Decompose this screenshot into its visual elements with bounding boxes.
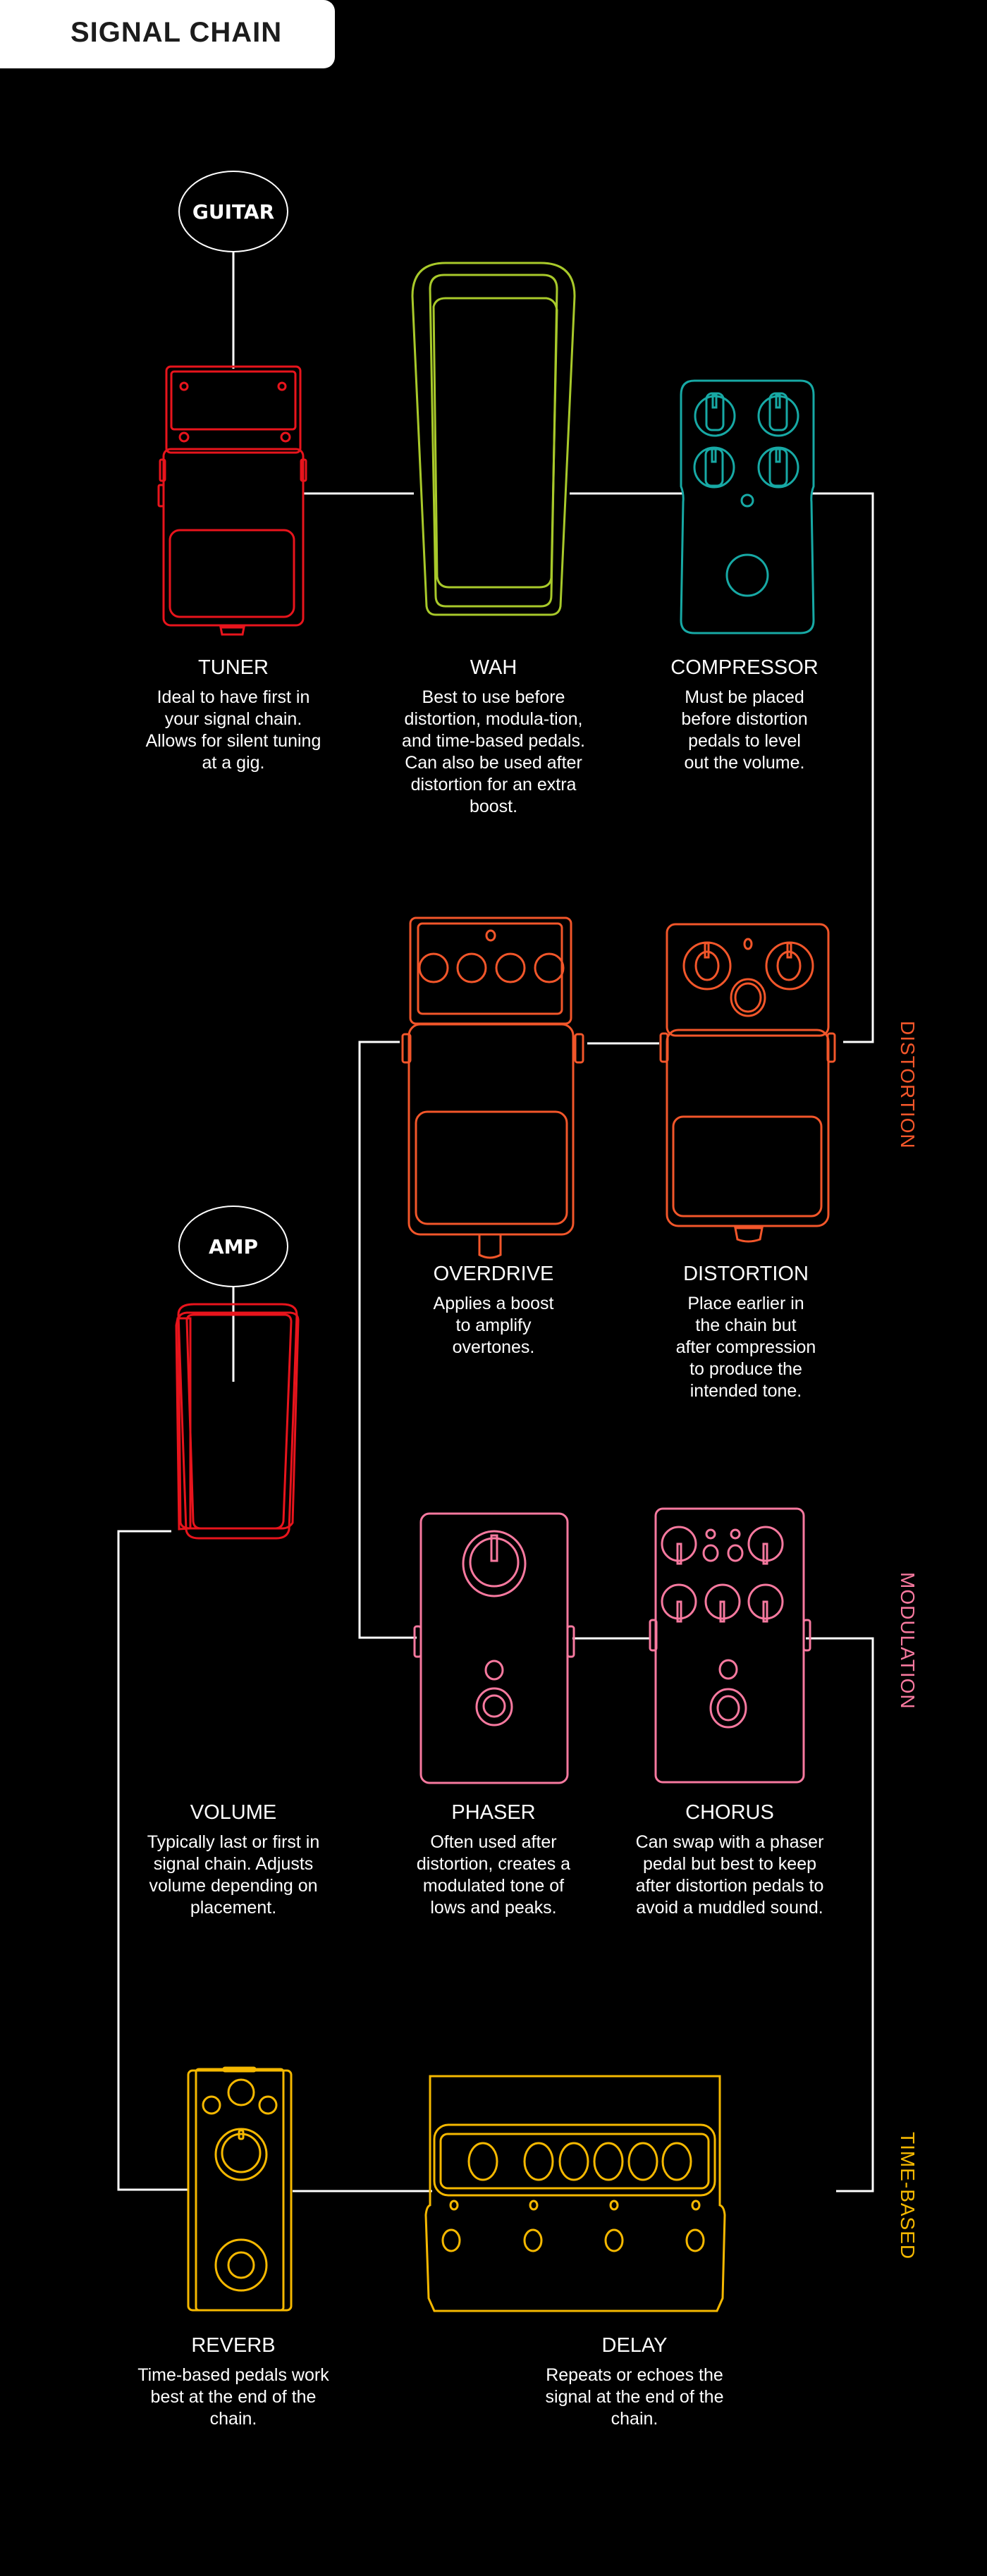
category-label-time-based: TIME-BASED [897, 2132, 919, 2260]
pedal-name: VOLUME [190, 1801, 277, 1824]
pedal-name: TUNER [198, 656, 269, 679]
pedal-label-tuner: TUNER Ideal to have first in your signal… [128, 656, 339, 774]
pedal-label-distortion: DISTORTION Place earlier in the chain bu… [640, 1262, 852, 1402]
pedal-description: Applies a boost to amplify overtones. [433, 1294, 554, 1357]
pedal-name: COMPRESSOR [670, 656, 819, 679]
pedal-name: DISTORTION [683, 1263, 809, 1285]
category-label-modulation: MODULATION [897, 1572, 919, 1710]
pedal-description: Repeats or echoes the signal at the end … [545, 2365, 724, 2429]
pedal-description: Place earlier in the chain but after com… [675, 1294, 816, 1401]
pedal-label-volume: VOLUME Typically last or first in signal… [128, 1801, 339, 1919]
pedal-label-compressor: COMPRESSOR Must be placed before distort… [639, 656, 850, 774]
pedal-name: OVERDRIVE [433, 1263, 554, 1285]
pedal-description: Time-based pedals work best at the end o… [137, 2365, 329, 2429]
tuner-pedal-icon [157, 365, 307, 636]
phaser-pedal-icon [413, 1512, 575, 1784]
guitar-node: GUITAR [178, 171, 288, 252]
pedal-label-phaser: PHASER Often used after distortion, crea… [388, 1801, 599, 1919]
delay-pedal-icon [424, 2075, 726, 2312]
pedal-label-wah: WAH Best to use before distortion, modul… [388, 656, 599, 818]
distortion-pedal-icon [659, 923, 836, 1243]
pedal-label-reverb: REVERB Time-based pedals work best at th… [128, 2333, 339, 2430]
overdrive-pedal-icon [401, 916, 584, 1259]
wah-pedal-icon [411, 262, 576, 616]
pedal-name: DELAY [601, 2334, 668, 2357]
pedal-description: Often used after distortion, creates a m… [416, 1832, 571, 1918]
pedal-description: Typically last or first in signal chain.… [147, 1832, 320, 1918]
reverb-pedal-icon [187, 2066, 293, 2312]
amp-node: AMP [178, 1206, 288, 1287]
pedal-label-overdrive: OVERDRIVE Applies a boost to amplify ove… [388, 1262, 599, 1358]
pedal-name: CHORUS [685, 1801, 774, 1824]
volume-pedal-icon [175, 1303, 300, 1540]
pedal-description: Best to use before distortion, modula-ti… [402, 687, 585, 816]
pedal-name: PHASER [451, 1801, 536, 1824]
pedal-name: REVERB [191, 2334, 276, 2357]
pedal-description: Can swap with a phaser pedal but best to… [635, 1832, 824, 1918]
pedal-description: Must be placed before distortion pedals … [681, 687, 808, 773]
pedal-description: Ideal to have first in your signal chain… [145, 687, 321, 773]
compressor-pedal-icon [680, 379, 815, 634]
pedal-label-chorus: CHORUS Can swap with a phaser pedal but … [624, 1801, 835, 1919]
pedal-name: WAH [470, 656, 517, 679]
pedal-label-delay: DELAY Repeats or echoes the signal at th… [529, 2333, 740, 2430]
category-label-distortion: DISTORTION [897, 1021, 919, 1149]
chorus-pedal-icon [649, 1507, 811, 1784]
